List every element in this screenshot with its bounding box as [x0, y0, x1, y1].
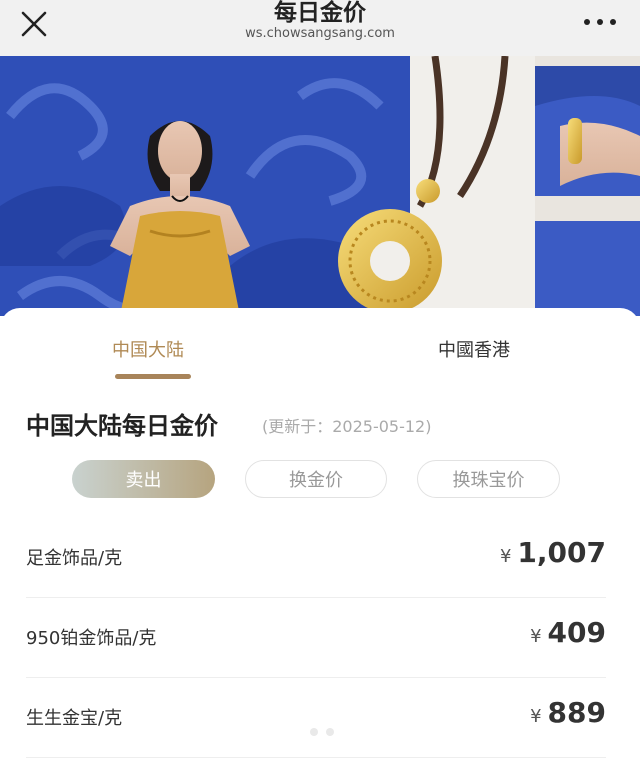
- gold-price-card: 中国大陆 中國香港 中国大陆每日金价 (更新于：2025-05-12) 卖出 换…: [0, 308, 640, 779]
- top-bar: 每日金价 ws.chowsangsang.com: [0, 0, 640, 56]
- price-row: 生生金宝/克 ¥889: [26, 678, 606, 758]
- price-row: 950铂金饰品/克 ¥409: [26, 598, 606, 678]
- page-title: 每日金价: [274, 0, 366, 26]
- price-label: 足金饰品/克: [26, 548, 123, 569]
- updated-date: (更新于：2025-05-12): [262, 417, 432, 436]
- divider: [26, 757, 606, 758]
- tab-mainland[interactable]: 中国大陆: [112, 336, 184, 362]
- active-tab-indicator: [115, 374, 191, 379]
- price-row: 足金饰品/克 ¥1,007: [26, 518, 606, 598]
- currency-symbol: ¥: [499, 546, 512, 567]
- page-url: ws.chowsangsang.com: [245, 26, 395, 41]
- more-menu-icon[interactable]: [584, 10, 616, 34]
- page-indicator: [310, 728, 334, 736]
- currency-symbol: ¥: [530, 706, 542, 727]
- section-title: 中国大陆每日金价: [26, 412, 218, 440]
- sell-filter-button[interactable]: 卖出: [72, 460, 215, 498]
- price-value: ¥1,007: [499, 536, 606, 569]
- exchange-gold-filter-button[interactable]: 换金价: [245, 460, 387, 498]
- price-value: ¥409: [530, 616, 606, 649]
- promo-banner[interactable]: [0, 56, 640, 316]
- price-label: 950铂金饰品/克: [26, 628, 157, 649]
- tab-hongkong[interactable]: 中國香港: [438, 336, 510, 362]
- exchange-jewelry-filter-button[interactable]: 换珠宝价: [417, 460, 560, 498]
- currency-symbol: ¥: [530, 626, 542, 647]
- price-value: ¥889: [530, 696, 606, 729]
- price-label: 生生金宝/克: [26, 708, 123, 729]
